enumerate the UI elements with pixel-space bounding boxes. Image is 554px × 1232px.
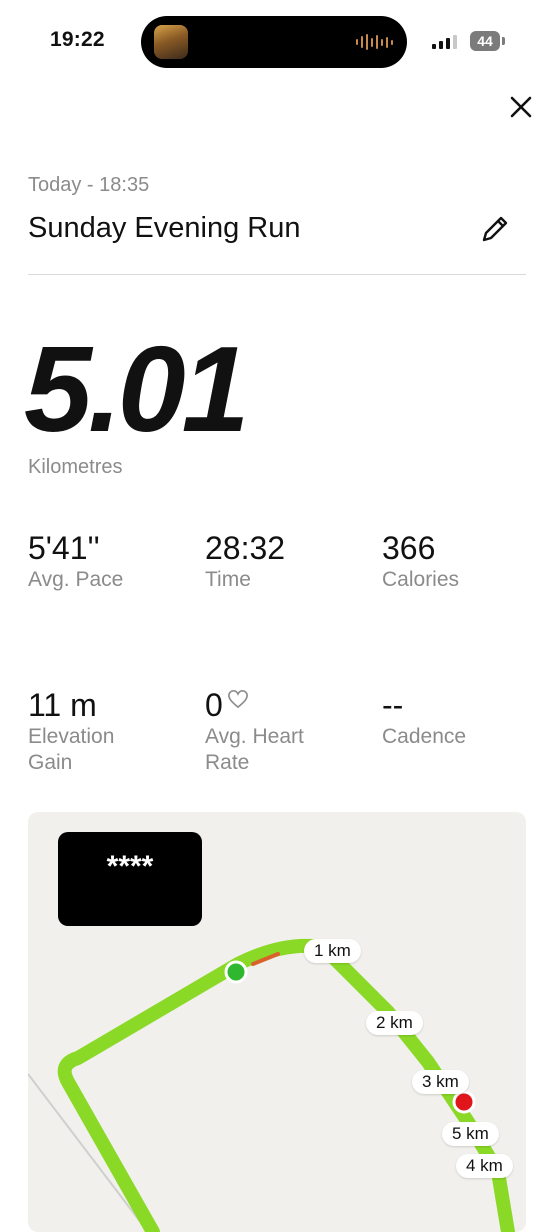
stat-value: 28:32	[205, 530, 286, 566]
privacy-mask: ****	[58, 832, 202, 926]
stat-value: 5'41''	[28, 530, 100, 566]
distance-value: 5.01	[24, 321, 249, 457]
now-playing-artwork	[154, 25, 188, 59]
end-marker	[452, 1090, 476, 1114]
map-road	[28, 1073, 149, 1232]
stat-heart-rate: 0 Avg. Heart Rate	[205, 687, 355, 776]
heart-outline-icon	[227, 689, 248, 709]
stat-value: 0	[205, 687, 223, 723]
dynamic-island[interactable]	[141, 16, 407, 68]
status-time: 19:22	[50, 28, 105, 51]
activity-date: Today - 18:35	[28, 174, 150, 196]
km-marker: 4 km	[456, 1154, 513, 1178]
stat-calories: 366 Calories	[382, 530, 542, 593]
km-marker: 3 km	[412, 1070, 469, 1094]
cellular-signal-icon	[432, 35, 457, 49]
stat-cadence: -- Cadence	[382, 687, 532, 750]
header-divider	[28, 274, 526, 275]
stat-value: --	[382, 687, 404, 723]
battery-icon: 44	[470, 31, 500, 51]
activity-title: Sunday Evening Run	[28, 212, 301, 244]
battery-nub	[502, 37, 505, 45]
audio-waveform-icon	[356, 33, 393, 51]
stat-label: Elevation Gain	[28, 725, 115, 774]
stat-pace: 5'41'' Avg. Pace	[28, 530, 188, 593]
stat-value: 11 m	[28, 687, 97, 723]
close-icon	[510, 96, 532, 118]
stat-label: Cadence	[382, 725, 467, 748]
km-marker: 2 km	[366, 1011, 423, 1035]
stat-label: Time	[205, 568, 251, 591]
km-marker: 5 km	[442, 1122, 499, 1146]
distance-unit: Kilometres	[28, 456, 123, 478]
stat-elevation: 11 m Elevation Gain	[28, 687, 178, 776]
km-marker: 1 km	[304, 939, 361, 963]
stat-time: 28:32 Time	[205, 530, 365, 593]
stat-label: Avg. Heart Rate	[205, 725, 304, 774]
route-map[interactable]: **** 1 km 2 km 3 km 5 km 4 km	[28, 812, 526, 1232]
start-marker	[224, 960, 248, 984]
stat-value: 366	[382, 530, 436, 566]
close-button[interactable]	[504, 90, 538, 124]
edit-title-button[interactable]	[476, 210, 514, 248]
stat-label: Avg. Pace	[28, 568, 124, 591]
pencil-icon	[482, 216, 508, 242]
stat-value-row: 0	[205, 687, 355, 724]
stat-label: Calories	[382, 568, 460, 591]
